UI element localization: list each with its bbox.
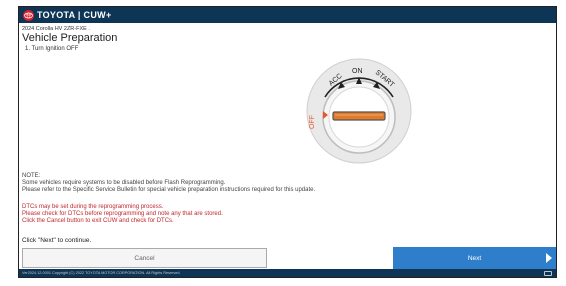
key-slot-icon [332,111,386,121]
continue-instruction: Click "Next" to continue. [22,237,92,244]
warning-section: DTCs may be set during the reprogramming… [22,204,223,225]
note-line: Please refer to the Specific Service Bul… [22,187,316,193]
toyota-logo-icon [23,9,34,21]
page-title: Vehicle Preparation [22,32,118,44]
display-icon[interactable] [544,271,552,276]
top-bar: TOYOTA | CUW+ [19,7,556,23]
cancel-button-label: Cancel [134,254,155,262]
note-section: NOTE: Some vehicles require systems to b… [22,173,315,194]
footer: Ver2024.12.0001 Copyright (C) 2022 TOYOT… [19,269,556,277]
ignition-dial: ACC ON START OFF [289,51,429,171]
note-heading: NOTE: [22,173,41,179]
app-window: TOYOTA | CUW+ 2024 Corolla HV 2ZR-FXE . … [18,6,557,278]
step-instruction: 1. Turn Ignition OFF [25,46,79,52]
ignition-dial-graphic: ACC ON START OFF [306,58,412,164]
brand-logo: TOYOTA | CUW+ [23,9,112,21]
button-row: Cancel Next [19,247,556,269]
footer-copyright: Ver2024.12.0001 Copyright (C) 2022 TOYOT… [22,271,181,275]
next-button[interactable]: Next [393,247,556,269]
dial-label-on: ON [352,68,363,75]
dial-label-off: OFF [309,115,316,129]
warning-line: Click the Cancel button to exit CUW and … [22,218,174,224]
note-line: Some vehicles require systems to be disa… [22,180,226,186]
cancel-button[interactable]: Cancel [22,248,267,268]
warning-line: DTCs may be set during the reprogramming… [22,204,164,210]
brand-name: TOYOTA | CUW+ [37,10,112,20]
warning-line: Please check for DTCs before reprogrammi… [22,211,223,217]
next-arrow-icon [546,253,552,263]
next-button-label: Next [467,254,482,262]
